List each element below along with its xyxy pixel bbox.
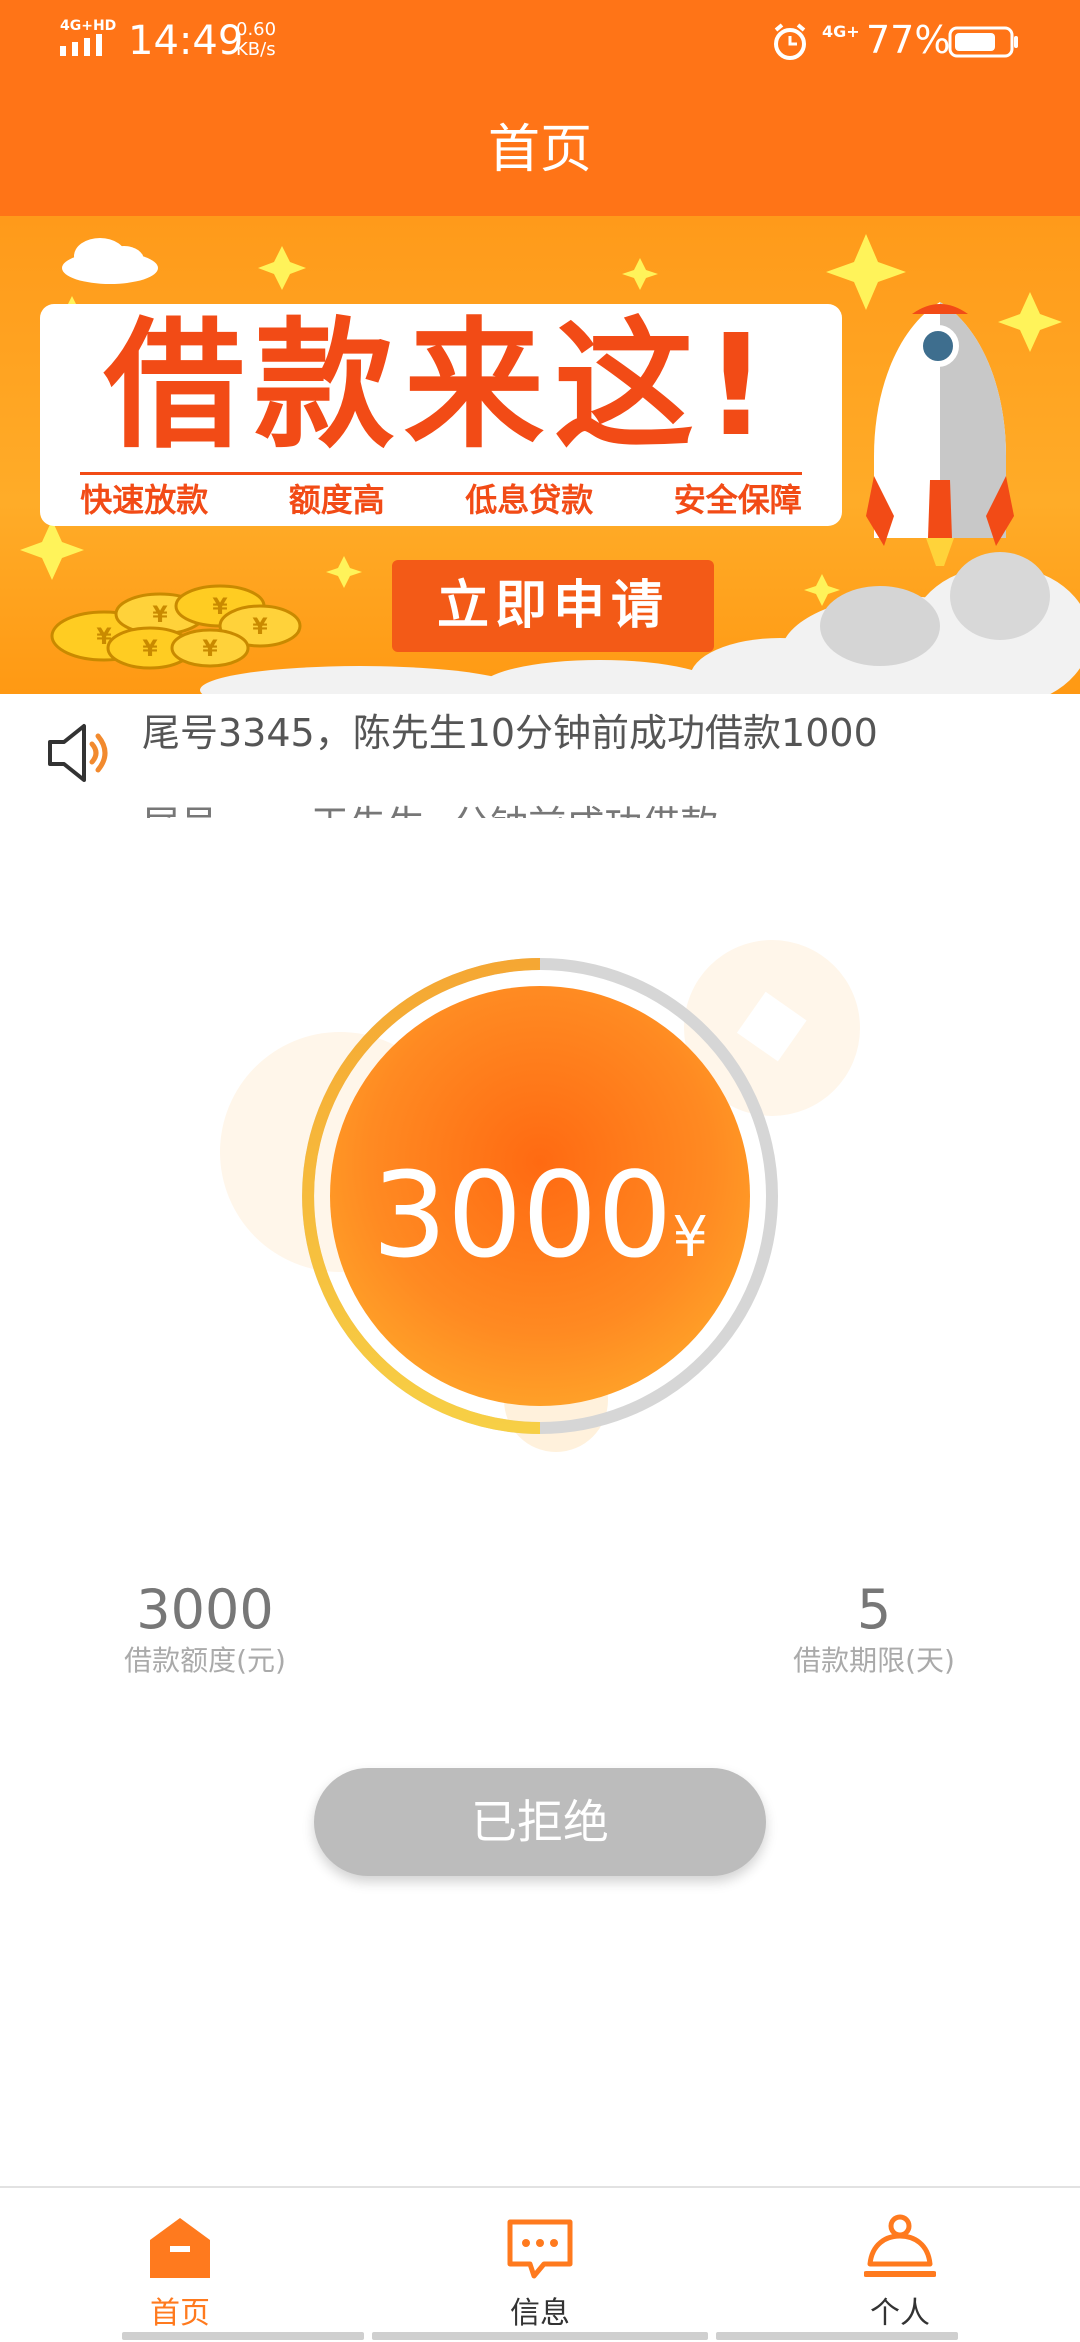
banner-divider [80,472,802,475]
currency-symbol: ¥ [672,1205,708,1270]
svg-text:¥: ¥ [252,615,268,640]
notice-ticker: 尾号3345，陈先生10分钟前成功借款1000 尾号----，王先生--分钟前成… [0,694,1080,818]
tab-messages[interactable]: 信息 [360,2188,720,2342]
battery-icon [948,26,1018,58]
notice-message: 尾号3345，陈先生10分钟前成功借款1000 [142,711,878,755]
network-type: 4G+HD [60,18,117,34]
page-title: 首页 [487,120,592,180]
alarm-icon [774,23,806,60]
svg-text:¥: ¥ [202,637,218,662]
network-speed: 0.60 KB/s [236,20,276,60]
tab-profile[interactable]: 个人 [720,2188,1080,2342]
app-header: 首页 [0,84,1080,216]
loan-limit-label: 借款额度(元) [124,1644,286,1677]
rejected-status-button[interactable]: 已拒绝 [314,1768,766,1876]
rocket-icon [866,302,1014,566]
bottom-tab-bar: 首页 信息 个人 [0,2186,1080,2342]
cloud-icon [62,238,158,284]
loan-term-label: 借款期限(天) [793,1644,955,1677]
banner-feature: 额度高 [288,481,385,519]
battery-percent: 77% [866,18,951,62]
cell-type: 4G+ [822,22,860,41]
loan-amount: 3000¥ [300,1145,780,1308]
svg-text:¥: ¥ [212,595,228,620]
loan-term-stat: 5 借款期限(天) [754,1578,994,1680]
loan-term-value: 5 [856,1578,892,1641]
promo-banner[interactable]: ¥ ¥ ¥ ¥ ¥ ¥ 借款来这! 快速放款 额度高 低息贷款 安全保障 立即申请 [0,216,1080,694]
loan-limit-value: 3000 [136,1578,274,1641]
banner-feature: 低息贷款 [465,481,594,519]
loan-amount-value: 3000 [372,1146,673,1284]
svg-text:¥: ¥ [142,637,158,662]
banner-features: 快速放款 额度高 低息贷款 安全保障 [40,476,842,524]
banner-feature: 快速放款 [80,481,209,519]
svg-text:¥: ¥ [96,625,112,650]
network-speed-unit: KB/s [236,39,276,60]
system-nav-bar [122,2332,364,2340]
tab-profile-label: 个人 [870,2296,930,2331]
message-icon [507,2219,573,2279]
banner-board: 借款来这! 快速放款 额度高 低息贷款 安全保障 [40,304,842,526]
speaker-icon [48,724,108,782]
tab-home[interactable]: 首页 [0,2188,360,2342]
notice-message-next: 尾号----，王先生--分钟前成功借款--- [142,794,759,818]
system-nav-bar [372,2332,708,2340]
clock: 14:49 [128,18,244,64]
apply-now-button[interactable]: 立即申请 [392,560,714,652]
person-icon [864,2214,936,2277]
home-icon [150,2218,210,2278]
tab-home-label: 首页 [150,2296,210,2331]
network-speed-value: 0.60 [236,19,277,40]
system-nav-bar [716,2332,958,2340]
loan-limit-stat: 3000 借款额度(元) [80,1578,330,1680]
status-bar: 4G+HD 14:49 0.60 KB/s 4G+ 77% [0,0,1080,84]
tab-messages-label: 信息 [510,2296,570,2331]
svg-text:¥: ¥ [152,603,168,628]
banner-feature: 安全保障 [673,481,802,519]
banner-headline: 借款来这! [104,305,778,468]
